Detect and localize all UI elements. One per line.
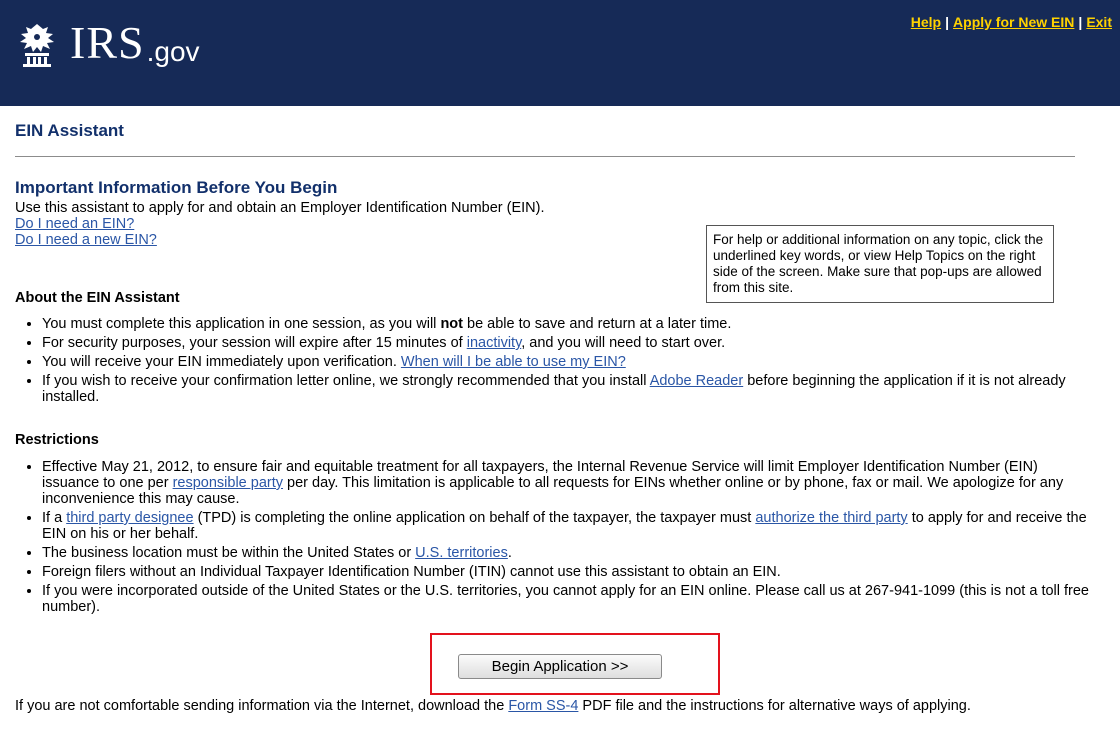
irs-eagle-logo-icon	[20, 24, 54, 67]
link-separator: |	[1078, 14, 1083, 30]
need-ein-link[interactable]: Do I need an EIN?	[15, 216, 134, 232]
list-item: You must complete this application in on…	[42, 316, 1095, 332]
list-item: Foreign filers without an Individual Tax…	[42, 564, 1095, 580]
highlight-box: Begin Application >>	[430, 633, 720, 695]
logo-domain: .gov	[146, 36, 200, 67]
authorize-third-party-link[interactable]: authorize the third party	[755, 510, 907, 526]
section-heading: Important Information Before You Begin	[15, 178, 338, 197]
about-list: You must complete this application in on…	[15, 316, 1095, 408]
list-item: If you were incorporated outside of the …	[42, 583, 1095, 615]
list-item: For security purposes, your session will…	[42, 335, 1095, 351]
third-party-designee-link[interactable]: third party designee	[66, 510, 193, 526]
list-item: Effective May 21, 2012, to ensure fair a…	[42, 459, 1095, 507]
exit-link[interactable]: Exit	[1086, 14, 1112, 30]
need-new-ein-link[interactable]: Do I need a new EIN?	[15, 232, 157, 248]
site-header: IRS .gov Help | Apply for New EIN | Exit	[0, 0, 1120, 106]
restrictions-heading: Restrictions	[15, 432, 99, 448]
responsible-party-link[interactable]: responsible party	[173, 475, 283, 491]
restrictions-list: Effective May 21, 2012, to ensure fair a…	[15, 459, 1095, 618]
begin-application-button[interactable]: Begin Application >>	[458, 654, 662, 679]
divider	[15, 156, 1075, 157]
help-info-box: For help or additional information on an…	[706, 225, 1054, 303]
use-ein-when-link[interactable]: When will I be able to use my EIN?	[401, 354, 626, 370]
about-heading: About the EIN Assistant	[15, 290, 180, 306]
irs-logo[interactable]: IRS .gov	[12, 18, 200, 68]
list-item: If a third party designee (TPD) is compl…	[42, 510, 1095, 542]
list-item: The business location must be within the…	[42, 545, 1095, 561]
header-links: Help | Apply for New EIN | Exit	[911, 14, 1112, 30]
link-separator: |	[945, 14, 950, 30]
footer-text: If you are not comfortable sending infor…	[15, 698, 971, 714]
apply-new-ein-link[interactable]: Apply for New EIN	[953, 14, 1074, 30]
list-item: You will receive your EIN immediately up…	[42, 354, 1095, 370]
logo-text: IRS	[70, 17, 145, 68]
intro-block: Use this assistant to apply for and obta…	[15, 200, 545, 248]
help-link[interactable]: Help	[911, 14, 941, 30]
form-ss4-link[interactable]: Form SS-4	[508, 698, 578, 714]
emphasis-text: not	[440, 316, 463, 332]
us-territories-link[interactable]: U.S. territories	[415, 545, 508, 561]
inactivity-link[interactable]: inactivity	[467, 335, 522, 351]
adobe-reader-link[interactable]: Adobe Reader	[650, 373, 744, 389]
list-item: If you wish to receive your confirmation…	[42, 373, 1095, 405]
page-title: EIN Assistant	[15, 121, 124, 140]
intro-text: Use this assistant to apply for and obta…	[15, 200, 545, 216]
